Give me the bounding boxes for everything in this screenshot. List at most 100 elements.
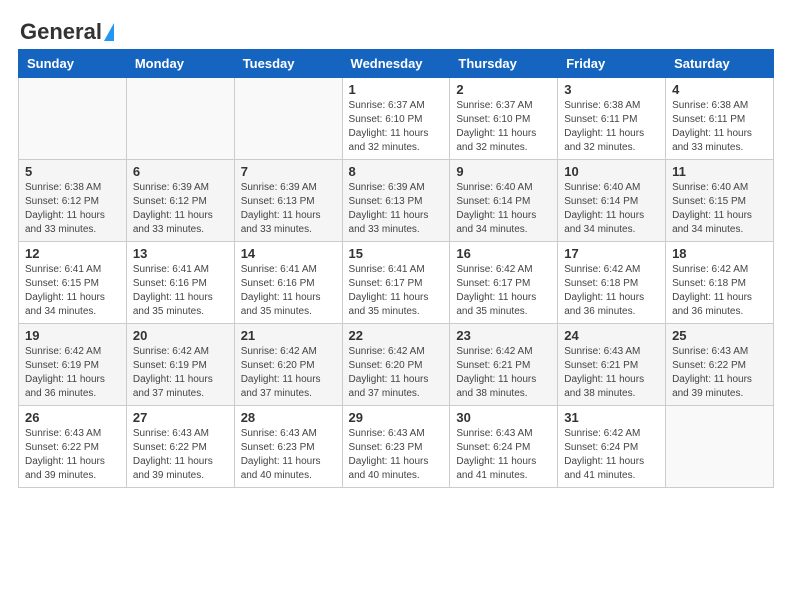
- calendar-cell: 16Sunrise: 6:42 AM Sunset: 6:17 PM Dayli…: [450, 242, 558, 324]
- logo-general: General: [20, 20, 102, 44]
- day-number: 26: [25, 410, 120, 425]
- calendar-cell: 6 Sunrise: 6:39 AM Sunset: 6:12 PM Daylig…: [126, 160, 234, 242]
- day-info: Sunrise: 6:43 AM Sunset: 6:23 PM Dayligh…: [241, 427, 336, 483]
- day-info: Sunrise: 6:41 AM Sunset: 6:17 PM Dayligh…: [349, 263, 444, 319]
- week-row-3: 12 Sunrise: 6:41 AM Sunset: 6:15 PM Dayli…: [19, 242, 774, 324]
- day-info: Sunrise: 6:39 AM Sunset: 6:12 PM Dayligh…: [133, 181, 228, 237]
- day-number: 28: [241, 410, 336, 425]
- day-info: Sunrise: 6:43 AM Sunset: 6:24 PM Dayligh…: [456, 427, 551, 483]
- calendar-cell: 2 Sunrise: 6:37 AM Sunset: 6:10 PM Daylig…: [450, 78, 558, 160]
- day-number: 12: [25, 246, 120, 261]
- day-number: 24: [564, 328, 659, 343]
- weekday-header-row: SundayMondayTuesdayWednesdayThursdayFrid…: [19, 50, 774, 78]
- day-info: Sunrise: 6:42 AM Sunset: 6:20 PM Dayligh…: [241, 345, 336, 401]
- week-row-4: 19Sunrise: 6:42 AM Sunset: 6:19 PM Dayli…: [19, 324, 774, 406]
- day-number: 25: [672, 328, 767, 343]
- calendar-cell: 31 Sunrise: 6:42 AM Sunset: 6:24 PM Dayli…: [558, 406, 666, 488]
- day-info: Sunrise: 6:37 AM Sunset: 6:10 PM Dayligh…: [456, 99, 551, 155]
- day-info: Sunrise: 6:42 AM Sunset: 6:21 PM Dayligh…: [456, 345, 551, 401]
- day-info: Sunrise: 6:41 AM Sunset: 6:15 PM Dayligh…: [25, 263, 120, 319]
- calendar-cell: 19Sunrise: 6:42 AM Sunset: 6:19 PM Dayli…: [19, 324, 127, 406]
- day-info: Sunrise: 6:41 AM Sunset: 6:16 PM Dayligh…: [133, 263, 228, 319]
- day-number: 27: [133, 410, 228, 425]
- day-number: 6: [133, 164, 228, 179]
- weekday-header-saturday: Saturday: [666, 50, 774, 78]
- calendar-cell: 9 Sunrise: 6:40 AM Sunset: 6:14 PM Daylig…: [450, 160, 558, 242]
- day-number: 29: [349, 410, 444, 425]
- calendar-cell: 25 Sunrise: 6:43 AM Sunset: 6:22 PM Dayli…: [666, 324, 774, 406]
- calendar-cell: [666, 406, 774, 488]
- day-info: Sunrise: 6:43 AM Sunset: 6:22 PM Dayligh…: [25, 427, 120, 483]
- day-info: Sunrise: 6:42 AM Sunset: 6:19 PM Dayligh…: [25, 345, 120, 401]
- day-number: 2: [456, 82, 551, 97]
- day-info: Sunrise: 6:40 AM Sunset: 6:14 PM Dayligh…: [456, 181, 551, 237]
- week-row-1: 1 Sunrise: 6:37 AM Sunset: 6:10 PM Daylig…: [19, 78, 774, 160]
- day-number: 8: [349, 164, 444, 179]
- day-info: Sunrise: 6:42 AM Sunset: 6:20 PM Dayligh…: [349, 345, 444, 401]
- day-info: Sunrise: 6:43 AM Sunset: 6:21 PM Dayligh…: [564, 345, 659, 401]
- calendar-cell: 11Sunrise: 6:40 AM Sunset: 6:15 PM Dayli…: [666, 160, 774, 242]
- day-info: Sunrise: 6:39 AM Sunset: 6:13 PM Dayligh…: [241, 181, 336, 237]
- calendar-cell: [19, 78, 127, 160]
- weekday-header-monday: Monday: [126, 50, 234, 78]
- day-number: 20: [133, 328, 228, 343]
- day-number: 18: [672, 246, 767, 261]
- day-info: Sunrise: 6:42 AM Sunset: 6:18 PM Dayligh…: [564, 263, 659, 319]
- day-info: Sunrise: 6:42 AM Sunset: 6:18 PM Dayligh…: [672, 263, 767, 319]
- calendar-cell: 20 Sunrise: 6:42 AM Sunset: 6:19 PM Dayli…: [126, 324, 234, 406]
- logo-triangle-icon: [104, 23, 114, 41]
- calendar-cell: 21Sunrise: 6:42 AM Sunset: 6:20 PM Dayli…: [234, 324, 342, 406]
- weekday-header-sunday: Sunday: [19, 50, 127, 78]
- calendar-cell: 3Sunrise: 6:38 AM Sunset: 6:11 PM Daylig…: [558, 78, 666, 160]
- day-info: Sunrise: 6:40 AM Sunset: 6:14 PM Dayligh…: [564, 181, 659, 237]
- day-number: 15: [349, 246, 444, 261]
- day-number: 23: [456, 328, 551, 343]
- calendar-cell: 27 Sunrise: 6:43 AM Sunset: 6:22 PM Dayli…: [126, 406, 234, 488]
- day-info: Sunrise: 6:37 AM Sunset: 6:10 PM Dayligh…: [349, 99, 444, 155]
- day-number: 5: [25, 164, 120, 179]
- calendar-cell: [234, 78, 342, 160]
- day-info: Sunrise: 6:38 AM Sunset: 6:11 PM Dayligh…: [672, 99, 767, 155]
- calendar-cell: 22 Sunrise: 6:42 AM Sunset: 6:20 PM Dayli…: [342, 324, 450, 406]
- day-info: Sunrise: 6:43 AM Sunset: 6:22 PM Dayligh…: [133, 427, 228, 483]
- day-info: Sunrise: 6:41 AM Sunset: 6:16 PM Dayligh…: [241, 263, 336, 319]
- weekday-header-thursday: Thursday: [450, 50, 558, 78]
- calendar-cell: 7 Sunrise: 6:39 AM Sunset: 6:13 PM Daylig…: [234, 160, 342, 242]
- calendar-cell: 23 Sunrise: 6:42 AM Sunset: 6:21 PM Dayli…: [450, 324, 558, 406]
- day-info: Sunrise: 6:42 AM Sunset: 6:24 PM Dayligh…: [564, 427, 659, 483]
- calendar-cell: 18 Sunrise: 6:42 AM Sunset: 6:18 PM Dayli…: [666, 242, 774, 324]
- day-number: 17: [564, 246, 659, 261]
- calendar-cell: 8 Sunrise: 6:39 AM Sunset: 6:13 PM Daylig…: [342, 160, 450, 242]
- day-number: 3: [564, 82, 659, 97]
- day-number: 31: [564, 410, 659, 425]
- calendar-cell: 1 Sunrise: 6:37 AM Sunset: 6:10 PM Daylig…: [342, 78, 450, 160]
- day-info: Sunrise: 6:42 AM Sunset: 6:17 PM Dayligh…: [456, 263, 551, 319]
- calendar-cell: 24 Sunrise: 6:43 AM Sunset: 6:21 PM Dayli…: [558, 324, 666, 406]
- calendar-cell: 15 Sunrise: 6:41 AM Sunset: 6:17 PM Dayli…: [342, 242, 450, 324]
- calendar-cell: 30 Sunrise: 6:43 AM Sunset: 6:24 PM Dayli…: [450, 406, 558, 488]
- day-number: 30: [456, 410, 551, 425]
- logo: General: [20, 20, 114, 44]
- day-number: 14: [241, 246, 336, 261]
- calendar-cell: 28 Sunrise: 6:43 AM Sunset: 6:23 PM Dayli…: [234, 406, 342, 488]
- day-number: 7: [241, 164, 336, 179]
- day-info: Sunrise: 6:42 AM Sunset: 6:19 PM Dayligh…: [133, 345, 228, 401]
- day-number: 9: [456, 164, 551, 179]
- calendar-cell: [126, 78, 234, 160]
- week-row-2: 5Sunrise: 6:38 AM Sunset: 6:12 PM Daylig…: [19, 160, 774, 242]
- calendar-cell: 10Sunrise: 6:40 AM Sunset: 6:14 PM Dayli…: [558, 160, 666, 242]
- calendar-cell: 5Sunrise: 6:38 AM Sunset: 6:12 PM Daylig…: [19, 160, 127, 242]
- calendar-cell: 14 Sunrise: 6:41 AM Sunset: 6:16 PM Dayli…: [234, 242, 342, 324]
- day-info: Sunrise: 6:39 AM Sunset: 6:13 PM Dayligh…: [349, 181, 444, 237]
- calendar-cell: 4Sunrise: 6:38 AM Sunset: 6:11 PM Daylig…: [666, 78, 774, 160]
- calendar-body: 1 Sunrise: 6:37 AM Sunset: 6:10 PM Daylig…: [19, 78, 774, 488]
- day-info: Sunrise: 6:43 AM Sunset: 6:22 PM Dayligh…: [672, 345, 767, 401]
- day-number: 13: [133, 246, 228, 261]
- calendar-table: SundayMondayTuesdayWednesdayThursdayFrid…: [18, 49, 774, 488]
- page-header: General: [10, 10, 782, 49]
- day-number: 1: [349, 82, 444, 97]
- weekday-header-friday: Friday: [558, 50, 666, 78]
- day-number: 22: [349, 328, 444, 343]
- calendar-cell: 12 Sunrise: 6:41 AM Sunset: 6:15 PM Dayli…: [19, 242, 127, 324]
- calendar-cell: 17 Sunrise: 6:42 AM Sunset: 6:18 PM Dayli…: [558, 242, 666, 324]
